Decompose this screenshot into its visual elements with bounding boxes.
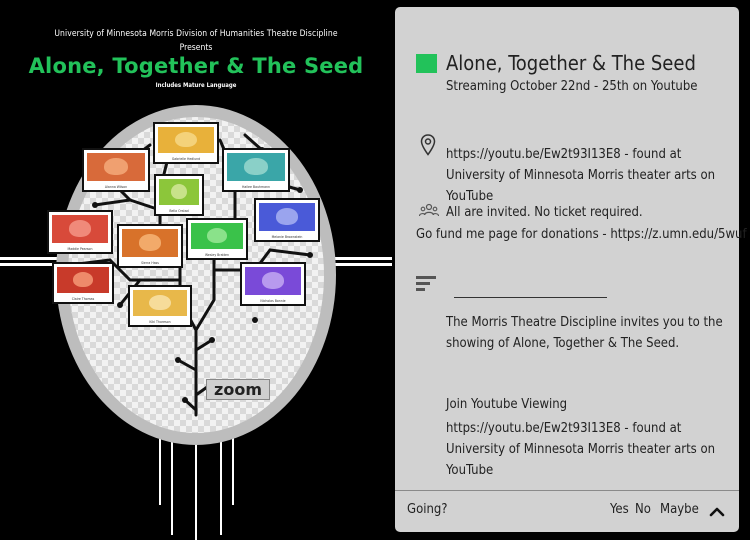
- cast-photo: Sierra Hass: [117, 224, 183, 268]
- rsvp-maybe-button[interactable]: Maybe: [660, 502, 699, 517]
- cast-photo: Claire Thomas: [52, 262, 114, 304]
- cast-photo: Maddie Pearson: [47, 210, 113, 254]
- event-description-link[interactable]: https://youtu.be/Ew2t93I13E8 - found at …: [446, 418, 728, 481]
- cast-photo-caption: Alanna Wilson: [104, 185, 128, 189]
- cast-photo-caption: Claire Thomas: [71, 297, 95, 301]
- cast-photo: Kiki Thoreson: [128, 285, 192, 327]
- cast-photo-caption: Gabrielle Hedlund: [171, 157, 201, 161]
- zoom-logo: zoom: [206, 379, 270, 400]
- cast-photo-caption: Kiki Thoreson: [149, 320, 171, 324]
- cast-photo-caption: Nicholas Bonnie: [260, 299, 286, 303]
- event-color-swatch: [416, 54, 437, 73]
- map-pin-icon: [420, 134, 436, 156]
- event-description: The Morris Theatre Discipline invites yo…: [446, 315, 723, 351]
- rsvp-bar: Going? Yes No Maybe: [395, 490, 739, 532]
- description-divider: [454, 297, 607, 298]
- event-time: Streaming October 22nd - 25th on Youtube: [446, 79, 698, 94]
- event-invite-text: All are invited. No ticket required.: [446, 205, 643, 220]
- event-donation-text: Go fund me page for donations - https://…: [416, 227, 747, 242]
- event-title: Alone, Together & The Seed: [446, 51, 696, 75]
- cast-photo: Alanna Wilson: [82, 148, 150, 192]
- cast-photo: Wesley Bratten: [186, 218, 248, 260]
- event-description-heading: Join Youtube Viewing: [446, 397, 568, 412]
- cast-photo-caption: Melanie Brownstein: [271, 235, 303, 239]
- chevron-up-icon[interactable]: [707, 502, 727, 522]
- people-icon: [419, 203, 439, 217]
- rsvp-yes-button[interactable]: Yes: [610, 502, 629, 517]
- cast-photo: Melanie Brownstein: [254, 198, 320, 242]
- rsvp-no-button[interactable]: No: [635, 502, 651, 517]
- cast-photo-caption: Hailee Bauhmann: [242, 185, 270, 189]
- text-lines-icon: [416, 276, 436, 291]
- cast-photo-caption: Bella Orstad: [169, 209, 189, 213]
- event-details-panel: Alone, Together & The Seed Streaming Oct…: [395, 7, 747, 532]
- cast-photo: Gabrielle Hedlund: [153, 122, 219, 164]
- cast-photo-caption: Maddie Pearson: [67, 247, 93, 251]
- rsvp-label: Going?: [407, 502, 448, 517]
- cast-photo: Nicholas Bonnie: [240, 262, 306, 306]
- cast-photo-caption: Sierra Hass: [141, 261, 159, 265]
- cast-photo: Bella Orstad: [154, 174, 204, 216]
- event-poster: University of Minnesota Morris Division …: [0, 0, 392, 540]
- cast-photo-caption: Wesley Bratten: [205, 253, 229, 257]
- cast-photo: Hailee Bauhmann: [222, 148, 290, 192]
- event-location-link[interactable]: https://youtu.be/Ew2t93I13E8 - found at …: [446, 144, 728, 207]
